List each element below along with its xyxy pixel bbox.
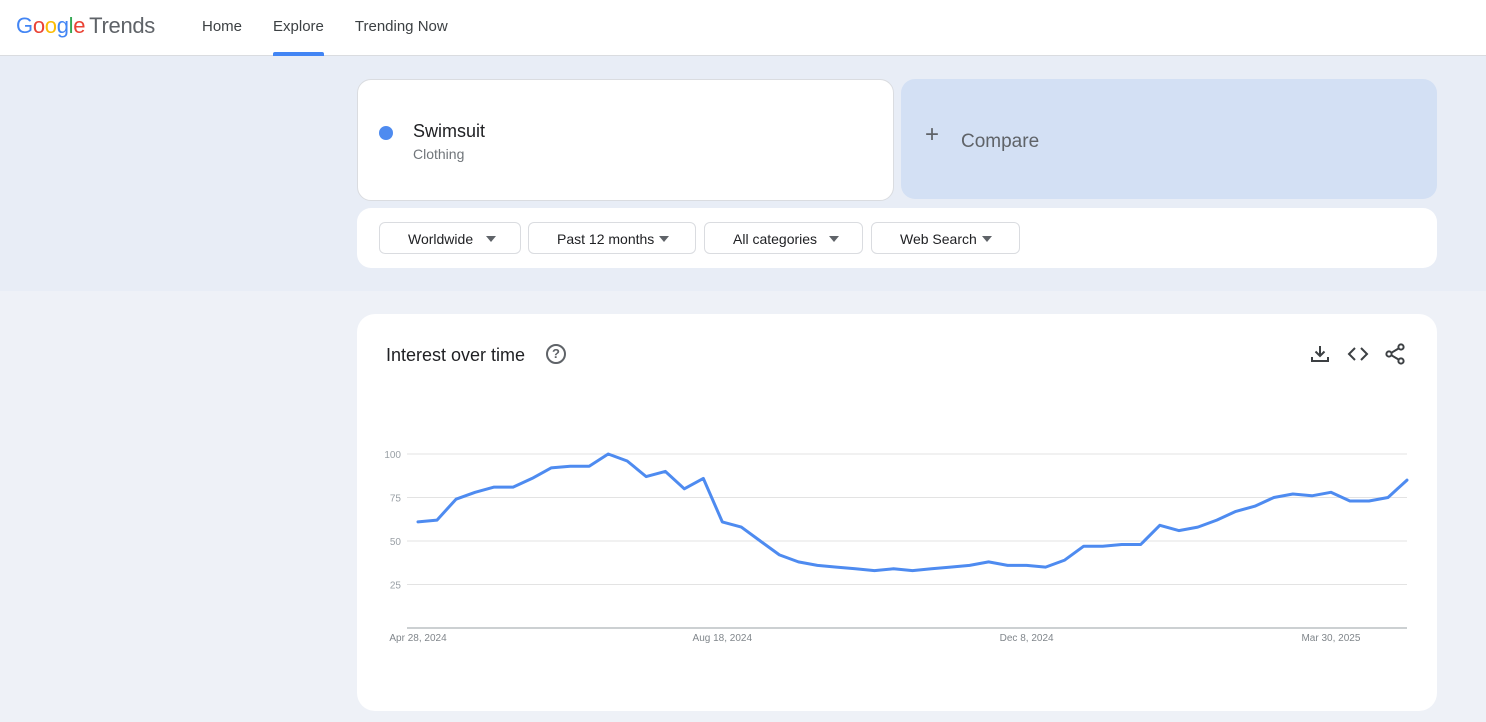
- y-tick-label: 25: [390, 581, 402, 592]
- compare-label: Compare: [961, 131, 1040, 152]
- category-dropdown[interactable]: All categories: [704, 222, 863, 254]
- data-point[interactable]: [604, 450, 612, 458]
- data-point[interactable]: [1327, 488, 1335, 496]
- data-point[interactable]: [1118, 540, 1126, 548]
- data-point[interactable]: [851, 565, 859, 573]
- interest-line-chart: 25 50 75 100 Apr 28, 2024 Aug 18, 2024 Dec 8, …: [384, 450, 1411, 644]
- logo-letter: G: [16, 13, 33, 38]
- time-range-dropdown-label: Past 12 months: [557, 231, 655, 247]
- data-point[interactable]: [928, 565, 936, 573]
- data-point[interactable]: [870, 567, 878, 575]
- x-tick-label: Aug 18, 2024: [693, 633, 753, 644]
- data-point[interactable]: [1023, 561, 1031, 569]
- category-dropdown-label: All categories: [733, 231, 818, 247]
- nav-home[interactable]: Home: [202, 0, 242, 56]
- data-point[interactable]: [1403, 476, 1411, 484]
- data-point[interactable]: [414, 518, 422, 526]
- data-point[interactable]: [566, 462, 574, 470]
- logo-letter: o: [44, 13, 57, 38]
- data-point[interactable]: [1156, 521, 1164, 529]
- series-color-dot: [379, 126, 393, 140]
- data-point[interactable]: [452, 495, 460, 503]
- data-point[interactable]: [1365, 497, 1373, 505]
- data-point[interactable]: [547, 464, 555, 472]
- series-line: [416, 452, 1409, 573]
- x-tick-label: Mar 30, 2025: [1301, 633, 1360, 644]
- data-point[interactable]: [1384, 494, 1392, 502]
- data-point[interactable]: [1042, 563, 1050, 571]
- data-point[interactable]: [642, 473, 650, 481]
- data-point[interactable]: [585, 462, 593, 470]
- data-point[interactable]: [1194, 523, 1202, 531]
- region-dropdown[interactable]: Worldwide: [379, 222, 521, 254]
- logo-product-name: Trends: [89, 13, 156, 38]
- data-point[interactable]: [947, 563, 955, 571]
- search-term-category: Clothing: [413, 146, 465, 162]
- data-point[interactable]: [433, 516, 441, 524]
- data-point[interactable]: [756, 537, 764, 545]
- caret-down-icon: [829, 236, 839, 242]
- search-term-card[interactable]: Swimsuit Clothing: [357, 79, 894, 201]
- data-point[interactable]: [737, 523, 745, 531]
- main-nav: Home Explore Trending Now: [202, 0, 479, 56]
- nav-explore[interactable]: Explore: [273, 0, 324, 56]
- y-tick-label: 50: [390, 537, 402, 548]
- data-point[interactable]: [718, 518, 726, 526]
- data-point[interactable]: [1137, 540, 1145, 548]
- caret-down-icon: [982, 236, 992, 242]
- caret-down-icon: [486, 236, 496, 242]
- x-tick-label: Dec 8, 2024: [1000, 633, 1054, 644]
- compare-button[interactable]: + Compare: [901, 79, 1437, 199]
- logo-letter: o: [32, 13, 45, 38]
- data-point[interactable]: [680, 485, 688, 493]
- google-trends-logo[interactable]: Google Trends: [16, 13, 155, 39]
- data-point[interactable]: [1175, 527, 1183, 535]
- data-point[interactable]: [1251, 502, 1259, 510]
- data-point[interactable]: [794, 558, 802, 566]
- data-point[interactable]: [490, 483, 498, 491]
- region-dropdown-label: Worldwide: [408, 231, 474, 247]
- data-point[interactable]: [813, 561, 821, 569]
- data-point[interactable]: [966, 561, 974, 569]
- data-point[interactable]: [985, 558, 993, 566]
- data-point[interactable]: [699, 474, 707, 482]
- data-point[interactable]: [1232, 507, 1240, 515]
- data-point[interactable]: [909, 567, 917, 575]
- x-tick-label: Apr 28, 2024: [389, 633, 447, 644]
- data-point[interactable]: [1213, 516, 1221, 524]
- data-point[interactable]: [528, 474, 536, 482]
- data-point[interactable]: [832, 563, 840, 571]
- data-point[interactable]: [1289, 490, 1297, 498]
- time-range-dropdown[interactable]: Past 12 months: [528, 222, 696, 254]
- data-point[interactable]: [1270, 494, 1278, 502]
- filter-bar: Worldwide Past 12 months All categories …: [357, 208, 1437, 268]
- data-point[interactable]: [623, 457, 631, 465]
- data-point[interactable]: [1061, 556, 1069, 564]
- nav-trending-now[interactable]: Trending Now: [355, 0, 448, 56]
- data-point[interactable]: [1080, 542, 1088, 550]
- caret-down-icon: [659, 236, 669, 242]
- plus-icon: +: [925, 121, 940, 148]
- y-tick-label: 75: [390, 494, 402, 505]
- search-term-name: Swimsuit: [413, 121, 486, 141]
- data-point[interactable]: [1346, 497, 1354, 505]
- search-type-dropdown[interactable]: Web Search: [871, 222, 1020, 254]
- interest-over-time-card: Interest over time ? 25 50 75 100 Apr 28, 20…: [357, 314, 1437, 711]
- data-point[interactable]: [1308, 492, 1316, 500]
- data-point[interactable]: [1004, 561, 1012, 569]
- data-point[interactable]: [889, 565, 897, 573]
- data-point[interactable]: [509, 483, 517, 491]
- logo-letter: g: [56, 13, 69, 38]
- data-point[interactable]: [1099, 542, 1107, 550]
- data-point[interactable]: [471, 488, 479, 496]
- search-type-dropdown-label: Web Search: [900, 231, 977, 247]
- logo-letter: e: [73, 13, 86, 38]
- data-point[interactable]: [661, 467, 669, 475]
- y-tick-label: 100: [384, 450, 401, 461]
- data-point[interactable]: [775, 551, 783, 559]
- top-app-bar: Google Trends Home Explore Trending Now: [0, 0, 1486, 56]
